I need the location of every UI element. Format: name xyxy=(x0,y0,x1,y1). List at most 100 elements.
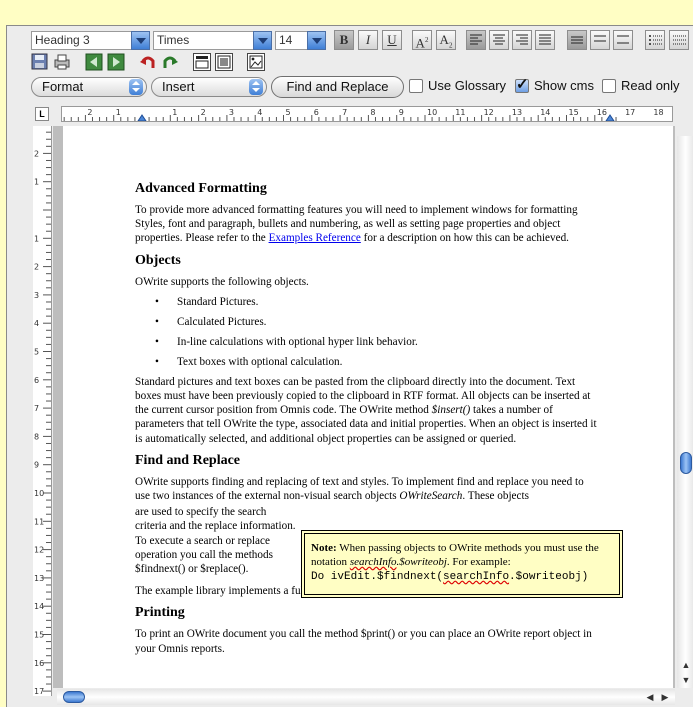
show-cms-checkbox[interactable] xyxy=(515,75,529,93)
list-item: In-line calculations with optional hyper… xyxy=(135,335,597,349)
align-right-button[interactable] xyxy=(512,30,532,50)
save-disk-icon xyxy=(31,53,48,70)
paragraph-advanced-text-end: for a description on how this can be ach… xyxy=(360,232,569,245)
heading-printing: Printing xyxy=(135,605,185,621)
style-dropdown-arrow-icon[interactable] xyxy=(131,31,150,50)
ruler-tick-label: 9 xyxy=(399,108,404,117)
size-combo[interactable]: 14 xyxy=(275,31,326,50)
ruler-tick-label: 12 xyxy=(484,108,494,117)
ruler-tick-label: 2 xyxy=(87,108,92,117)
note-code-end: .$owriteobj) xyxy=(509,571,589,583)
ruler-view-icon xyxy=(195,56,209,69)
size-combo-value: 14 xyxy=(279,33,293,47)
double-spacing-icon xyxy=(617,35,629,44)
insert-picture-button[interactable] xyxy=(247,53,265,71)
double-spacing-button[interactable] xyxy=(613,30,633,50)
objects-list: Standard Pictures. Calculated Pictures. … xyxy=(135,295,597,369)
horizontal-scroll-thumb[interactable] xyxy=(63,691,85,703)
left-indent-marker[interactable] xyxy=(137,114,147,122)
font-combo-value: Times xyxy=(157,33,190,47)
single-spacing-button[interactable] xyxy=(567,30,587,50)
redo-button[interactable] xyxy=(161,53,179,71)
italic-label: I xyxy=(365,32,371,47)
scroll-left-arrow-icon[interactable]: ◀ xyxy=(643,690,657,704)
heading-objects: Objects xyxy=(135,252,181,268)
vertical-ruler-tick-label: 13 xyxy=(34,574,44,583)
single-spacing-icon xyxy=(571,36,583,44)
underline-button[interactable]: U xyxy=(382,30,402,50)
bold-button[interactable]: B xyxy=(334,30,354,50)
list-item: Standard Pictures. xyxy=(135,295,597,309)
format-popup-label: Format xyxy=(42,79,84,94)
printer-icon xyxy=(54,54,70,70)
insert-popup[interactable]: Insert xyxy=(151,77,267,97)
page-view-button[interactable] xyxy=(215,53,233,71)
style-combo[interactable]: Heading 3 xyxy=(31,31,150,50)
import-button[interactable] xyxy=(85,53,103,71)
font-dropdown-arrow-icon[interactable] xyxy=(253,31,272,50)
horizontal-scrollbar[interactable]: ◀ ▶ xyxy=(57,689,675,705)
note-code-start: Do ivEdit.$findnext( xyxy=(311,571,444,583)
ruler-tick-label: 11 xyxy=(455,108,465,117)
align-left-button[interactable] xyxy=(466,30,486,50)
ruler-tick-label: 8 xyxy=(370,108,375,117)
paragraph-find-wrap: are used to specify the search criteria … xyxy=(135,505,297,576)
use-glossary-checkbox[interactable] xyxy=(409,79,423,93)
insert-method-name: $insert() xyxy=(431,404,471,417)
read-only-checkbox[interactable] xyxy=(602,79,616,93)
scroll-right-arrow-icon[interactable]: ▶ xyxy=(658,690,672,704)
owritesearch-name: OWriteSearch xyxy=(399,490,463,503)
justify-button[interactable] xyxy=(535,30,555,50)
paragraph-find-wrapped-text: are used to specify the search criteria … xyxy=(135,506,296,576)
vertical-ruler-tick-label: 3 xyxy=(34,291,39,300)
vertical-ruler-tick-label: 1 xyxy=(34,178,39,187)
ruler-tick-label: 16 xyxy=(597,108,607,117)
ruler-tick-label: 7 xyxy=(342,108,347,117)
page-view-icon xyxy=(217,55,231,69)
vertical-scroll-thumb[interactable] xyxy=(680,452,692,474)
superscript-button[interactable]: A2 xyxy=(412,30,432,50)
examples-reference-link[interactable]: Examples Reference xyxy=(269,232,361,244)
note-label: Note: xyxy=(311,542,337,554)
ruler-tick-label: 1 xyxy=(172,108,177,117)
format-popup-arrows-icon xyxy=(129,79,143,95)
document-page[interactable]: Advanced Formatting To provide more adva… xyxy=(63,126,673,688)
print-button[interactable] xyxy=(53,53,71,71)
note-notation-object: searchInfo xyxy=(349,556,397,568)
format-popup[interactable]: Format xyxy=(31,77,147,97)
scroll-down-arrow-icon[interactable]: ▼ xyxy=(679,673,693,687)
vertical-ruler-tick-label: 17 xyxy=(34,687,44,696)
align-center-icon xyxy=(493,34,505,45)
paragraph-find-text-end: . These objects xyxy=(462,490,529,503)
bullet-list-button[interactable] xyxy=(645,30,665,50)
size-dropdown-arrow-icon[interactable] xyxy=(307,31,326,50)
list-item: Calculated Pictures. xyxy=(135,315,597,329)
export-button[interactable] xyxy=(107,53,125,71)
align-center-button[interactable] xyxy=(489,30,509,50)
undo-button[interactable] xyxy=(139,53,157,71)
italic-button[interactable]: I xyxy=(358,30,378,50)
horizontal-ruler-scale: 2 1 1 2 3 4 5 6 7 8 9 10 11 12 13 14 15 16 17 18 xyxy=(63,108,664,122)
horizontal-ruler[interactable]: 2 1 1 2 3 4 5 6 7 8 9 10 11 12 13 14 15 16 17 18 xyxy=(61,106,673,122)
show-cms-label: Show cms xyxy=(534,78,594,93)
ruler-tick-label: 3 xyxy=(229,108,234,117)
find-and-replace-button[interactable]: Find and Replace xyxy=(271,76,404,98)
heading-advanced-formatting: Advanced Formatting xyxy=(135,181,267,196)
ruler-tick-label: 18 xyxy=(653,108,663,117)
numbered-list-button[interactable] xyxy=(669,30,689,50)
font-combo[interactable]: Times xyxy=(153,31,272,50)
show-ruler-button[interactable] xyxy=(193,53,211,71)
document-area[interactable]: Advanced Formatting To provide more adva… xyxy=(53,126,675,688)
subscript-button[interactable]: A2 xyxy=(436,30,456,50)
ruler-tick-label: 17 xyxy=(625,108,635,117)
undo-arrow-icon xyxy=(140,56,155,68)
note-textbox[interactable]: Note: When passing objects to OWrite met… xyxy=(301,530,623,598)
right-indent-marker[interactable] xyxy=(605,114,615,122)
vertical-ruler-tick-label: 16 xyxy=(34,659,44,668)
scroll-up-arrow-icon[interactable]: ▲ xyxy=(679,658,693,672)
save-button[interactable] xyxy=(31,53,49,71)
tab-type-button[interactable]: L xyxy=(35,107,49,121)
onehalf-spacing-button[interactable] xyxy=(590,30,610,50)
find-and-replace-label: Find and Replace xyxy=(286,79,389,94)
vertical-scrollbar[interactable]: ▲ ▼ xyxy=(677,136,693,688)
